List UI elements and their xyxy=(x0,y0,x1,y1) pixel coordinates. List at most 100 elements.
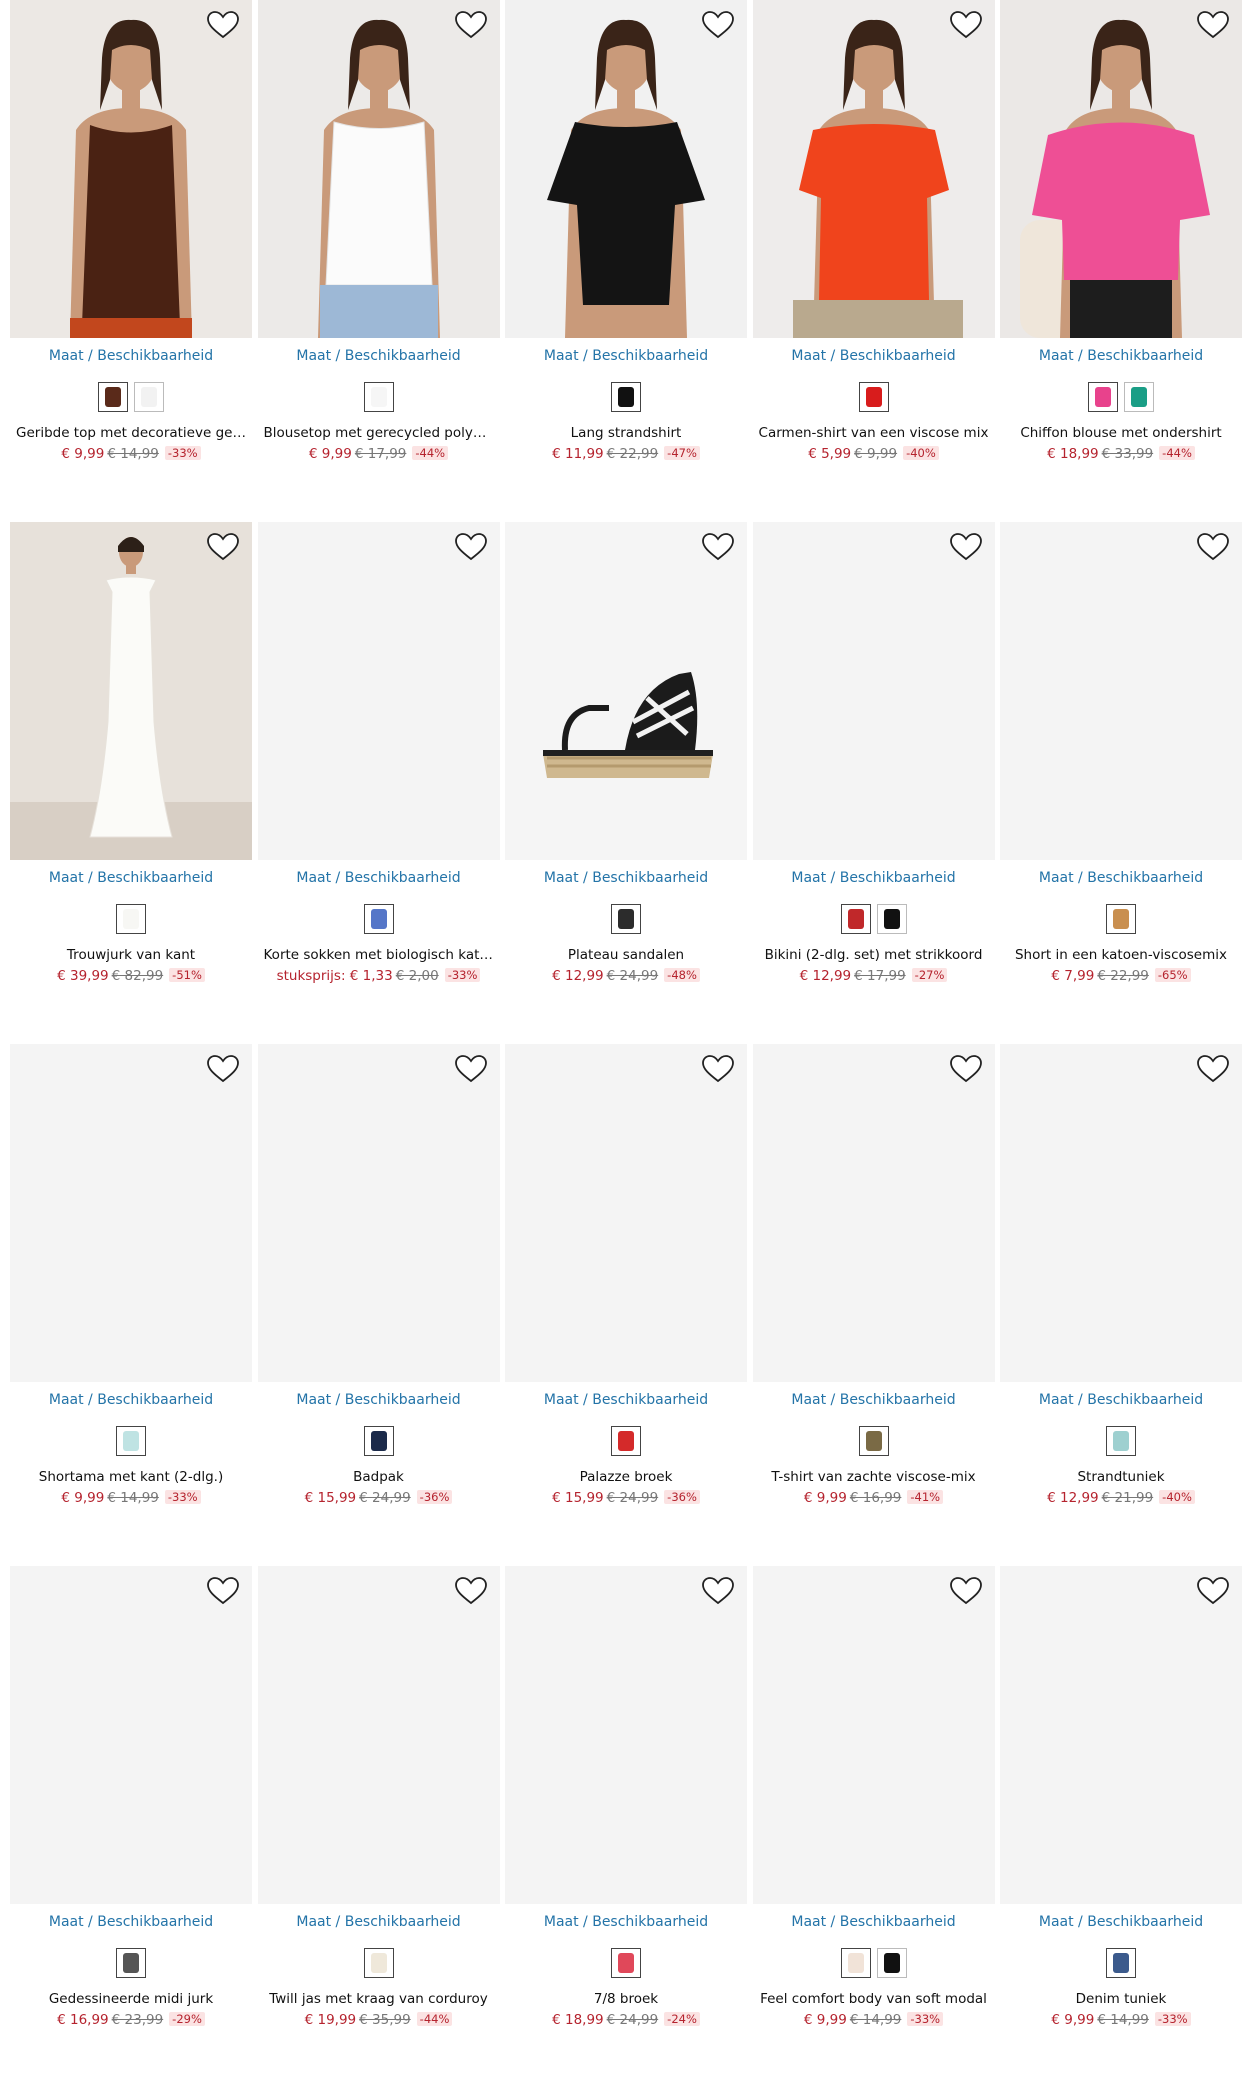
heart-icon[interactable] xyxy=(949,10,983,40)
product-image[interactable] xyxy=(257,0,500,338)
size-availability-link[interactable]: Maat / Beschikbaarheid xyxy=(258,348,500,364)
color-swatch[interactable] xyxy=(363,1426,394,1456)
color-swatch[interactable] xyxy=(611,1948,641,1978)
heart-icon[interactable] xyxy=(949,532,983,562)
color-swatch[interactable] xyxy=(876,1948,907,1978)
product-image[interactable] xyxy=(505,522,747,860)
product-name[interactable]: Strandtuniek xyxy=(1006,1469,1236,1485)
size-availability-link[interactable]: Maat / Beschikbaarheid xyxy=(1000,870,1242,886)
color-swatch[interactable] xyxy=(1106,1948,1136,1978)
size-availability-link[interactable]: Maat / Beschikbaarheid xyxy=(258,1914,500,1930)
heart-icon[interactable] xyxy=(454,10,488,40)
size-availability-link[interactable]: Maat / Beschikbaarheid xyxy=(1000,1392,1242,1408)
product-name[interactable]: Geribde top met decoratieve gesp xyxy=(16,425,246,441)
product-name[interactable]: Korte sokken met biologisch katoen xyxy=(264,947,494,963)
product-image[interactable] xyxy=(10,1566,252,1904)
product-image[interactable] xyxy=(1000,0,1242,338)
color-swatch[interactable] xyxy=(363,1948,394,1978)
product-name[interactable]: Blousetop met gerecycled polyester xyxy=(264,425,494,441)
product-card[interactable]: Maat / Beschikbaarheid Plateau sandalen € … xyxy=(505,522,747,1044)
heart-icon[interactable] xyxy=(1196,532,1230,562)
size-availability-link[interactable]: Maat / Beschikbaarheid xyxy=(10,870,252,886)
heart-icon[interactable] xyxy=(206,1576,240,1606)
product-image[interactable] xyxy=(505,1044,747,1382)
product-card[interactable]: Maat / Beschikbaarheid Bikini (2-dlg. set… xyxy=(752,522,995,1044)
product-card[interactable]: Maat / Beschikbaarheid Chiffon blouse met… xyxy=(1000,0,1242,522)
color-swatch[interactable] xyxy=(1106,1426,1136,1456)
product-image[interactable] xyxy=(1000,1566,1242,1904)
product-name[interactable]: Carmen-shirt van een viscose mix xyxy=(759,425,989,441)
heart-icon[interactable] xyxy=(206,532,240,562)
product-card[interactable]: Maat / Beschikbaarheid Denim tuniek € 9,99… xyxy=(1000,1566,1242,2088)
heart-icon[interactable] xyxy=(454,532,488,562)
color-swatch[interactable] xyxy=(116,1426,146,1456)
product-card[interactable]: Maat / Beschikbaarheid Shortama met kant … xyxy=(10,1044,252,1566)
product-name[interactable]: Shortama met kant (2-dlg.) xyxy=(16,1469,246,1485)
product-image[interactable] xyxy=(752,0,995,338)
product-card[interactable]: Maat / Beschikbaarheid 7/8 broek € 18,99 € … xyxy=(505,1566,747,2088)
heart-icon[interactable] xyxy=(701,10,735,40)
product-name[interactable]: Trouwjurk van kant xyxy=(16,947,246,963)
heart-icon[interactable] xyxy=(206,10,240,40)
size-availability-link[interactable]: Maat / Beschikbaarheid xyxy=(753,1914,995,1930)
product-card[interactable]: Maat / Beschikbaarheid Geribde top met de… xyxy=(10,0,252,522)
color-swatch[interactable] xyxy=(611,904,641,934)
color-swatch[interactable] xyxy=(611,382,641,412)
product-image[interactable] xyxy=(257,1044,500,1382)
product-name[interactable]: Bikini (2-dlg. set) met strikkoord xyxy=(759,947,989,963)
product-image[interactable] xyxy=(505,1566,747,1904)
color-swatch[interactable] xyxy=(116,904,146,934)
product-card[interactable]: Maat / Beschikbaarheid Twill jas met kraa… xyxy=(257,1566,500,2088)
product-name[interactable]: Denim tuniek xyxy=(1006,1991,1236,2007)
size-availability-link[interactable]: Maat / Beschikbaarheid xyxy=(753,348,995,364)
color-swatch[interactable] xyxy=(363,382,394,412)
product-image[interactable] xyxy=(752,522,995,860)
size-availability-link[interactable]: Maat / Beschikbaarheid xyxy=(10,1392,252,1408)
color-swatch[interactable] xyxy=(98,382,128,412)
heart-icon[interactable] xyxy=(454,1054,488,1084)
product-image[interactable] xyxy=(505,0,747,338)
size-availability-link[interactable]: Maat / Beschikbaarheid xyxy=(505,1914,747,1930)
product-name[interactable]: Chiffon blouse met ondershirt xyxy=(1006,425,1236,441)
size-availability-link[interactable]: Maat / Beschikbaarheid xyxy=(505,870,747,886)
product-card[interactable]: Maat / Beschikbaarheid Short in een katoe… xyxy=(1000,522,1242,1044)
heart-icon[interactable] xyxy=(949,1576,983,1606)
size-availability-link[interactable]: Maat / Beschikbaarheid xyxy=(10,1914,252,1930)
color-swatch[interactable] xyxy=(1088,382,1118,412)
product-image[interactable] xyxy=(1000,1044,1242,1382)
color-swatch[interactable] xyxy=(1124,382,1154,412)
product-card[interactable]: Maat / Beschikbaarheid Badpak € 15,99 € 24,… xyxy=(257,1044,500,1566)
product-name[interactable]: Gedessineerde midi jurk xyxy=(16,1991,246,2007)
color-swatch[interactable] xyxy=(363,904,394,934)
size-availability-link[interactable]: Maat / Beschikbaarheid xyxy=(258,1392,500,1408)
product-name[interactable]: Feel comfort body van soft modal xyxy=(759,1991,989,2007)
product-card[interactable]: Maat / Beschikbaarheid T-shirt van zachte… xyxy=(752,1044,995,1566)
product-image[interactable] xyxy=(257,522,500,860)
product-card[interactable]: Maat / Beschikbaarheid Feel comfort body … xyxy=(752,1566,995,2088)
size-availability-link[interactable]: Maat / Beschikbaarheid xyxy=(753,1392,995,1408)
product-name[interactable]: Palazze broek xyxy=(511,1469,741,1485)
product-name[interactable]: Badpak xyxy=(264,1469,494,1485)
product-image[interactable] xyxy=(257,1566,500,1904)
heart-icon[interactable] xyxy=(949,1054,983,1084)
size-availability-link[interactable]: Maat / Beschikbaarheid xyxy=(505,1392,747,1408)
product-card[interactable]: Maat / Beschikbaarheid Trouwjurk van kant… xyxy=(10,522,252,1044)
product-name[interactable]: Plateau sandalen xyxy=(511,947,741,963)
heart-icon[interactable] xyxy=(701,1054,735,1084)
product-image[interactable] xyxy=(1000,522,1242,860)
product-card[interactable]: Maat / Beschikbaarheid Strandtuniek € 12,9… xyxy=(1000,1044,1242,1566)
color-swatch[interactable] xyxy=(876,904,907,934)
color-swatch[interactable] xyxy=(134,382,164,412)
color-swatch[interactable] xyxy=(858,1426,889,1456)
heart-icon[interactable] xyxy=(1196,1054,1230,1084)
size-availability-link[interactable]: Maat / Beschikbaarheid xyxy=(753,870,995,886)
product-image[interactable] xyxy=(752,1044,995,1382)
color-swatch[interactable] xyxy=(116,1948,146,1978)
product-name[interactable]: 7/8 broek xyxy=(511,1991,741,2007)
color-swatch[interactable] xyxy=(840,1948,871,1978)
color-swatch[interactable] xyxy=(611,1426,641,1456)
size-availability-link[interactable]: Maat / Beschikbaarheid xyxy=(505,348,747,364)
product-image[interactable] xyxy=(10,522,252,860)
size-availability-link[interactable]: Maat / Beschikbaarheid xyxy=(258,870,500,886)
product-name[interactable]: Lang strandshirt xyxy=(511,425,741,441)
